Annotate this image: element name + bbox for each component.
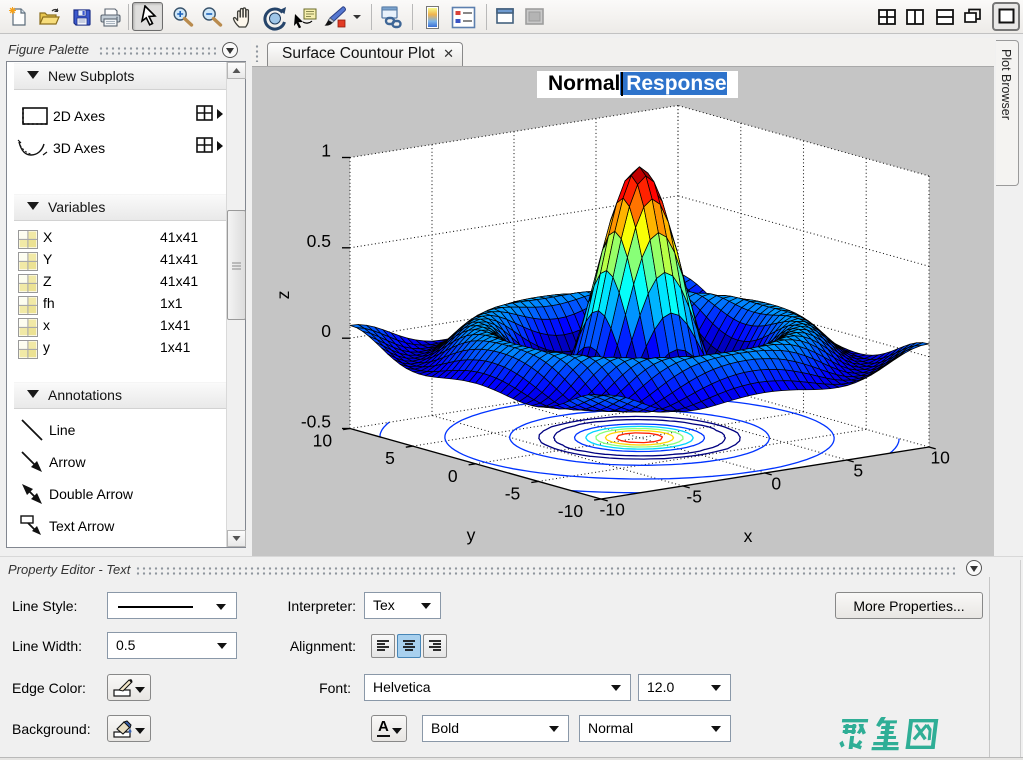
svg-text:0.5: 0.5: [307, 231, 331, 251]
svg-text:-5: -5: [505, 484, 521, 504]
svg-text:0: 0: [321, 321, 331, 341]
svg-text:0: 0: [771, 473, 781, 493]
svg-text:5: 5: [385, 448, 395, 468]
svg-text:10: 10: [313, 431, 333, 451]
svg-text:10: 10: [930, 447, 950, 467]
svg-text:0: 0: [448, 466, 458, 486]
svg-text:-10: -10: [600, 499, 626, 519]
svg-text:-5: -5: [686, 486, 702, 506]
svg-text:z: z: [273, 291, 293, 300]
svg-text:y: y: [467, 525, 476, 545]
svg-text:1: 1: [321, 141, 331, 161]
svg-text:5: 5: [853, 460, 863, 480]
svg-text:-0.5: -0.5: [301, 412, 331, 432]
svg-text:x: x: [744, 526, 753, 546]
svg-text:-10: -10: [558, 501, 584, 521]
